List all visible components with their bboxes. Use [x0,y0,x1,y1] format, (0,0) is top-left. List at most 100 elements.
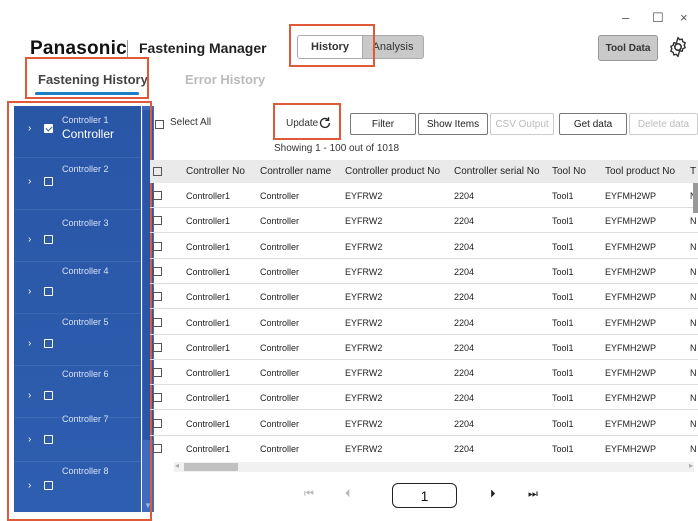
table-row[interactable]: Controller1 Controller EYFRW2 2204 Tool1 EYFM… [150,284,698,310]
horizontal-scroll-thumb[interactable] [184,463,238,471]
table-cell: N [690,241,697,252]
table-cell: N [690,393,697,404]
prev-page-icon[interactable]: ⏴ [345,488,351,501]
table-cell: N [690,368,697,379]
table-cell: 2204 [454,393,475,404]
table-cell: Controller [260,292,300,303]
table-cell: N [690,444,697,454]
table-cell: Controller1 [186,418,231,429]
table-row[interactable]: Controller1 Controller EYFRW2 2204 Tool1 EYFM… [150,183,698,208]
close-icon[interactable]: × [680,10,688,25]
row-checkbox[interactable] [153,292,162,302]
table-cell: EYFMH2WP [605,444,657,454]
table-vertical-scroll-thumb[interactable] [693,183,698,213]
table-cell: Controller [260,317,300,328]
row-checkbox[interactable] [153,241,162,251]
csv-output-button[interactable]: CSV Output [490,113,554,135]
column-header[interactable]: Controller product No [345,166,440,177]
column-header[interactable]: Controller name [260,166,331,177]
table-cell: Tool1 [552,266,574,277]
highlight-box-update [273,103,341,140]
table-cell: EYFMH2WP [605,191,657,201]
filter-button[interactable]: Filter [350,113,416,135]
first-page-icon[interactable]: ⏮ [304,488,314,501]
show-items-button[interactable]: Show Items [418,113,488,135]
header-checkbox[interactable] [153,167,162,176]
get-data-button[interactable]: Get data [559,113,627,135]
table-header: Controller No Controller name Controller… [150,160,698,183]
table-cell: EYFMH2WP [605,368,657,379]
table-cell: EYFRW2 [345,444,383,454]
minimize-icon[interactable]: – [622,10,629,25]
table-cell: EYFRW2 [345,393,383,404]
table-row[interactable]: Controller1 Controller EYFRW2 2204 Tool1 EYFM… [150,385,698,411]
table-cell: Tool1 [552,342,574,353]
table-row[interactable]: Controller1 Controller EYFRW2 2204 Tool1 EYFM… [150,310,698,335]
app-title: Fastening Manager [139,40,267,56]
table-cell: Tool1 [552,191,574,201]
column-header[interactable]: Controller serial No [454,166,540,177]
table-row[interactable]: Controller1 Controller EYFRW2 2204 Tool1 EYFM… [150,411,698,436]
table-horizontal-scrollbar[interactable]: ◂ ▸ [174,461,694,472]
tab-error-history[interactable]: Error History [185,72,265,87]
table-row[interactable]: Controller1 Controller EYFRW2 2204 Tool1 EYFM… [150,360,698,386]
tool-data-button[interactable]: Tool Data [598,35,658,61]
select-all-checkbox[interactable] [155,120,164,129]
table-cell: EYFMH2WP [605,216,657,227]
table-cell: 2204 [454,342,475,353]
table-cell: N [690,342,697,353]
scroll-right-icon[interactable]: ▸ [689,461,693,470]
table-row[interactable]: Controller1 Controller EYFRW2 2204 Tool1 EYFM… [150,436,698,460]
page-number-input[interactable]: 1 [392,483,457,508]
table-row[interactable]: Controller1 Controller EYFRW2 2204 Tool1 EYFM… [150,234,698,259]
table-cell: Controller1 [186,266,231,277]
table-cell: EYFRW2 [345,191,383,201]
table-cell: EYFRW2 [345,418,383,429]
table-row[interactable]: Controller1 Controller EYFRW2 2204 Tool1 EYFM… [150,208,698,234]
table-cell: Controller1 [186,317,231,328]
table-cell: Controller1 [186,216,231,227]
table-cell: Tool1 [552,444,574,454]
table-cell: N [690,317,697,328]
row-checkbox[interactable] [153,418,162,428]
row-checkbox[interactable] [153,444,162,453]
table-cell: EYFMH2WP [605,241,657,252]
record-count: Showing 1 - 100 out of 1018 [274,143,400,154]
maximize-icon[interactable]: ☐ [652,10,664,26]
table-cell: EYFMH2WP [605,292,657,303]
table-cell: Tool1 [552,292,574,303]
table-cell: Tool1 [552,241,574,252]
table-cell: EYFRW2 [345,216,383,227]
row-checkbox[interactable] [153,368,162,378]
gear-icon[interactable] [666,35,690,59]
table-cell: EYFRW2 [345,368,383,379]
row-checkbox[interactable] [153,216,162,226]
column-header[interactable]: Controller No [186,166,245,177]
table-cell: Controller [260,216,300,227]
column-header[interactable]: Tool No [552,166,586,177]
table-cell: EYFMH2WP [605,266,657,277]
row-checkbox[interactable] [153,191,162,200]
next-page-icon[interactable]: ⏵ [490,488,496,501]
table-cell: Controller [260,266,300,277]
table-row[interactable]: Controller1 Controller EYFRW2 2204 Tool1 EYFM… [150,335,698,360]
table-cell: EYFMH2WP [605,317,657,328]
row-checkbox[interactable] [153,266,162,276]
table-cell: EYFRW2 [345,317,383,328]
row-checkbox[interactable] [153,317,162,327]
row-checkbox[interactable] [153,342,162,352]
column-header[interactable]: Tool product No [605,166,675,177]
table-row[interactable]: Controller1 Controller EYFRW2 2204 Tool1 EYFM… [150,259,698,284]
table-cell: Controller [260,444,300,454]
row-checkbox[interactable] [153,393,162,403]
table-cell: 2204 [454,191,475,201]
table-cell: Controller1 [186,393,231,404]
table-cell: EYFRW2 [345,292,383,303]
brand-divider [127,40,128,58]
app-window: – ☐ × Panasonic Fastening Manager Histor… [0,0,698,521]
scroll-left-icon[interactable]: ◂ [175,461,179,470]
last-page-icon[interactable]: ⏭ [528,488,538,501]
table-cell: EYFRW2 [345,266,383,277]
column-header[interactable]: T [690,166,696,177]
delete-data-button[interactable]: Delete data [629,113,698,135]
